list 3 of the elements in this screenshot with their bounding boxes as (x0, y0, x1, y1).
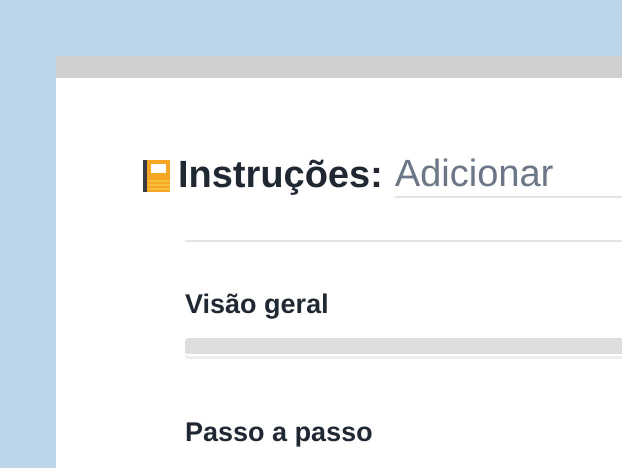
page-title: Instruções: (178, 155, 383, 197)
section-heading: Visão geral (185, 288, 330, 320)
section-heading: Passo a passo (185, 416, 374, 449)
